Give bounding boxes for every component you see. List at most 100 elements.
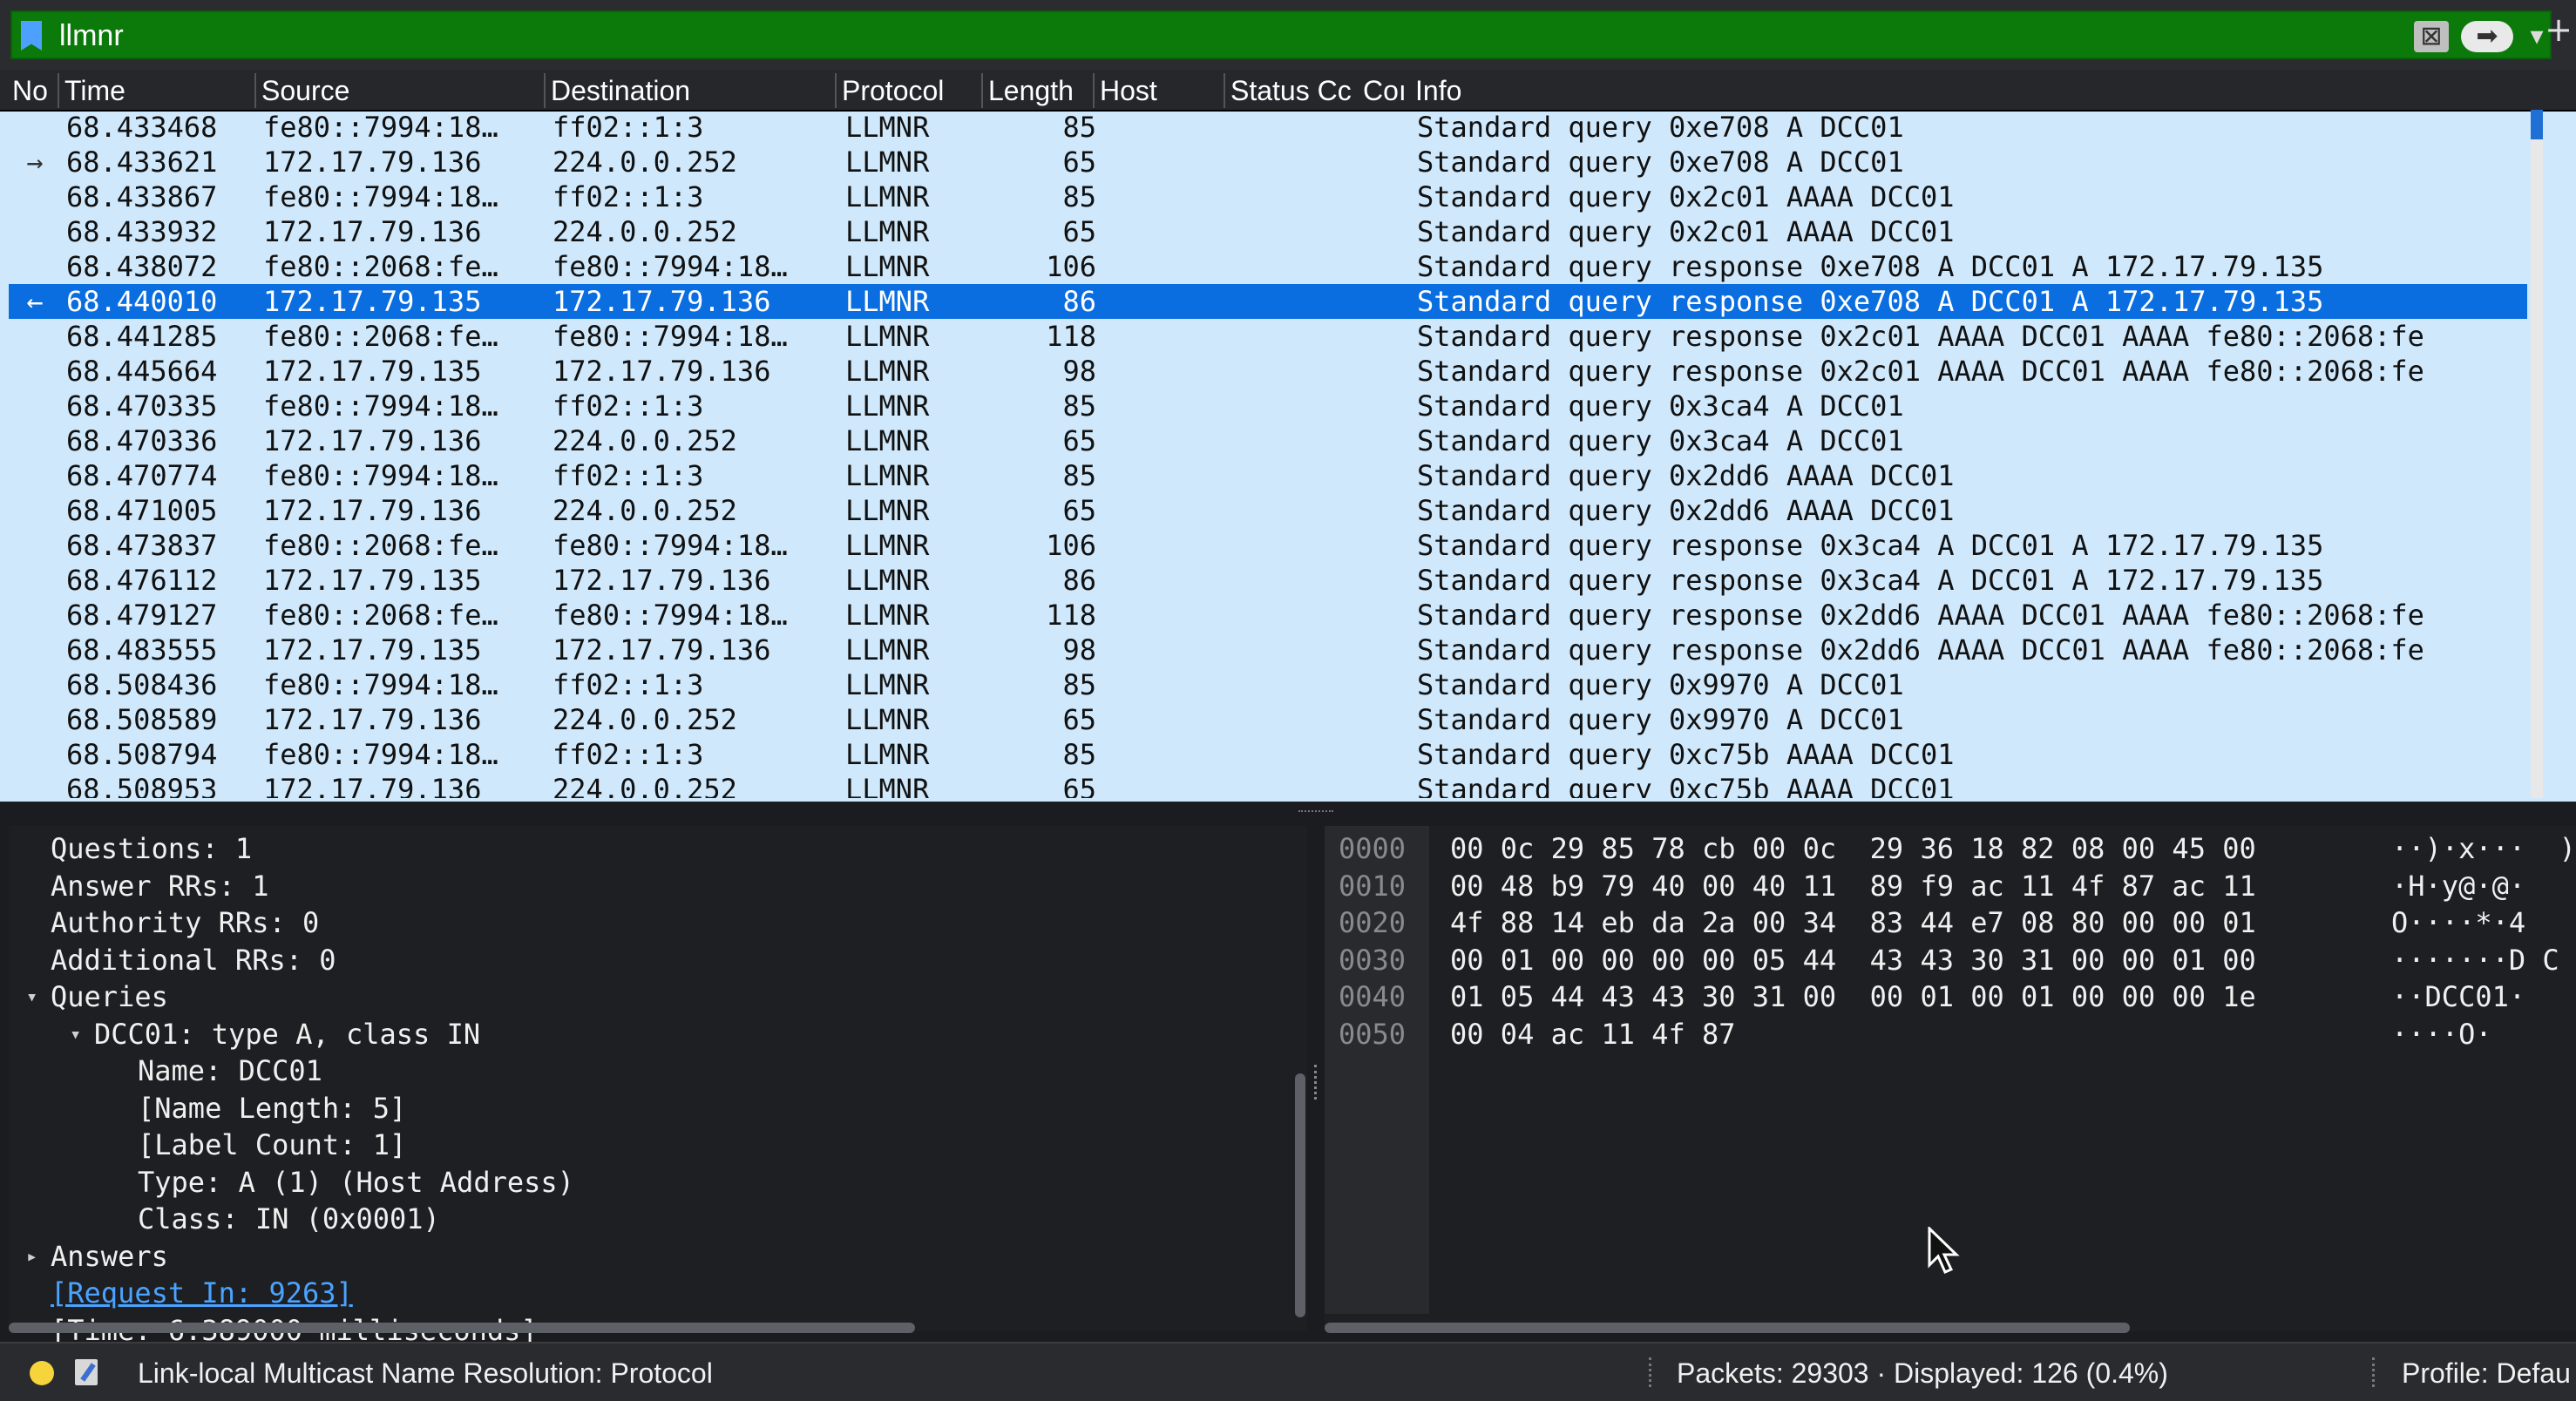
packet-row[interactable]: 68.438072 fe80::2068:fe… fe80::7994:18… LLM… [9, 249, 2527, 284]
detail-field[interactable]: Type: A (1) (Host Address) [138, 1165, 574, 1200]
scrollbar-thumb[interactable] [2531, 110, 2543, 139]
bytes-ascii[interactable]: ··DCC01· [2391, 979, 2525, 1014]
packet-row[interactable]: 68.445664 172.17.79.135 172.17.79.136 LLMNR… [9, 354, 2527, 389]
packet-list-vertical-scrollbar[interactable] [2531, 110, 2543, 798]
bytes-offset[interactable]: 0040 [1339, 979, 1406, 1014]
bytes-hex[interactable]: 00 0c 29 85 78 cb 00 0c 29 36 18 82 08 0… [1450, 831, 2256, 866]
packet-row[interactable]: 68.476112 172.17.79.135 172.17.79.136 LLMNR… [9, 563, 2527, 598]
bytes-ascii[interactable]: ·······D C [2391, 943, 2559, 978]
packet-row[interactable]: 68.508436 fe80::7994:18… ff02::1:3 LLMNR 85 S… [9, 667, 2527, 702]
status-bar: Link-local Multicast Name Resolution: Pr… [0, 1342, 2576, 1401]
packet-row[interactable]: 68.508953 172.17.79.136 224.0.0.252 LLMNR 65… [9, 772, 2527, 798]
bytes-hex[interactable]: 00 04 ac 11 4f 87 [1450, 1017, 1736, 1052]
packet-row[interactable]: 68.471005 172.17.79.136 224.0.0.252 LLMNR 65… [9, 493, 2527, 528]
detail-field[interactable]: Answers [51, 1239, 168, 1274]
column-separator[interactable] [1224, 73, 1225, 108]
packet-row[interactable]: 68.441285 fe80::2068:fe… fe80::7994:18… LLM… [9, 319, 2527, 354]
bytes-horizontal-scrollbar[interactable] [1325, 1323, 2130, 1333]
packet-row[interactable]: 68.470774 fe80::7994:18… ff02::1:3 LLMNR 85 S… [9, 458, 2527, 493]
cell-length: 86 [1062, 285, 1096, 318]
column-header-destination[interactable]: Destination [551, 75, 830, 107]
bookmark-icon[interactable] [21, 21, 42, 51]
detail-link[interactable]: [Request In: 9263] [51, 1276, 353, 1310]
expert-info-indicator-icon[interactable] [30, 1361, 54, 1385]
detail-field[interactable]: Queries [51, 979, 168, 1014]
detail-field[interactable]: Questions: 1 [51, 831, 252, 866]
detail-field[interactable]: Additional RRs: 0 [51, 943, 336, 978]
column-header-no[interactable]: No [12, 75, 56, 107]
column-header-col[interactable]: Coı [1363, 75, 1410, 107]
bytes-ascii[interactable]: ·H·y@·@· [2391, 869, 2525, 904]
packet-row[interactable]: 68.473837 fe80::2068:fe… fe80::7994:18… LLM… [9, 528, 2527, 563]
cell-time: 68.508953 [66, 773, 218, 798]
status-separator[interactable] [2372, 1357, 2377, 1387]
column-separator[interactable] [835, 73, 837, 108]
detail-field[interactable]: [Label Count: 1] [138, 1127, 406, 1162]
packet-row[interactable]: 68.508589 172.17.79.136 224.0.0.252 LLMNR 65… [9, 702, 2527, 737]
display-filter-input[interactable]: llmnr ⊠ ➡ ▾ [10, 10, 2552, 59]
column-separator[interactable] [1093, 73, 1095, 108]
bytes-hex[interactable]: 00 48 b9 79 40 00 40 11 89 f9 ac 11 4f 8… [1450, 869, 2256, 904]
status-profile[interactable]: Profile: Defau [2402, 1357, 2571, 1390]
row-related-marker-icon: ← [26, 285, 44, 318]
cell-length: 85 [1062, 111, 1096, 144]
bytes-hex[interactable]: 4f 88 14 eb da 2a 00 34 83 44 e7 08 80 0… [1450, 905, 2256, 940]
clear-filter-icon[interactable]: ⊠ [2414, 21, 2449, 52]
detail-field[interactable]: Answer RRs: 1 [51, 869, 268, 904]
column-separator[interactable] [254, 73, 256, 108]
bytes-ascii[interactable]: ··)·x··· ) [2391, 831, 2576, 866]
pane-splitter[interactable] [0, 802, 2576, 826]
column-separator[interactable] [58, 73, 59, 108]
bytes-offset[interactable]: 0030 [1339, 943, 1406, 978]
details-horizontal-scrollbar[interactable] [9, 1323, 915, 1333]
packet-row[interactable]: 68.470335 fe80::7994:18… ff02::1:3 LLMNR 85 S… [9, 389, 2527, 423]
expand-arrow-right-icon[interactable]: ▸ [26, 1246, 37, 1268]
packet-row[interactable]: 68.433867 fe80::7994:18… ff02::1:3 LLMNR 85 S… [9, 179, 2527, 214]
bytes-offset[interactable]: 0000 [1339, 831, 1406, 866]
bytes-offset[interactable]: 0050 [1339, 1017, 1406, 1052]
column-header-source[interactable]: Source [261, 75, 540, 107]
bytes-hex[interactable]: 00 01 00 00 00 00 05 44 43 43 30 31 00 0… [1450, 943, 2256, 978]
bytes-offset[interactable]: 0010 [1339, 869, 1406, 904]
detail-field[interactable]: Authority RRs: 0 [51, 905, 319, 940]
splitter-grip-icon[interactable] [1298, 810, 1333, 817]
pane-splitter-grip-icon[interactable] [1314, 1065, 1320, 1100]
column-separator[interactable] [981, 73, 983, 108]
bytes-hex[interactable]: 01 05 44 43 43 30 31 00 00 01 00 01 00 0… [1450, 979, 2256, 1014]
cell-protocol: LLMNR [845, 111, 930, 144]
packet-row[interactable]: 68.433932 172.17.79.136 224.0.0.252 LLMNR 65… [9, 214, 2527, 249]
packet-row[interactable]: → 68.433621 172.17.79.136 224.0.0.252 LLMNR 6… [9, 145, 2527, 179]
detail-field[interactable]: Class: IN (0x0001) [138, 1201, 440, 1236]
bytes-ascii[interactable]: ····O· [2391, 1017, 2492, 1052]
cell-time: 68.479127 [66, 599, 218, 632]
details-vertical-scrollbar[interactable] [1295, 1073, 1305, 1317]
expand-arrow-down-icon[interactable]: ▾ [70, 1024, 81, 1046]
packet-row[interactable]: 68.483555 172.17.79.135 172.17.79.136 LLMNR… [9, 633, 2527, 667]
detail-field[interactable]: [Name Length: 5] [138, 1091, 406, 1126]
capture-comment-icon[interactable] [75, 1359, 98, 1385]
column-header-length[interactable]: Length [988, 75, 1093, 107]
bytes-ascii[interactable]: O····*·4 [2391, 905, 2525, 940]
column-header-host[interactable]: Host [1100, 75, 1222, 107]
column-separator[interactable] [544, 73, 546, 108]
column-header-protocol[interactable]: Protocol [842, 75, 981, 107]
detail-field[interactable]: Name: DCC01 [138, 1053, 322, 1088]
bytes-offset[interactable]: 0020 [1339, 905, 1406, 940]
display-filter-text[interactable]: llmnr [59, 19, 124, 53]
cell-protocol: LLMNR [845, 599, 930, 632]
status-separator[interactable] [1649, 1357, 1654, 1387]
packet-row[interactable]: 68.508794 fe80::7994:18… ff02::1:3 LLMNR 85 S… [9, 737, 2527, 772]
column-header-info[interactable]: Info [1415, 75, 1590, 107]
packet-row[interactable]: 68.433468 fe80::7994:18… ff02::1:3 LLMNR 85 S… [9, 110, 2527, 145]
packet-row[interactable]: 68.479127 fe80::2068:fe… fe80::7994:18… LLM… [9, 598, 2527, 633]
cell-source: 172.17.79.135 [263, 633, 482, 667]
detail-field[interactable]: DCC01: type A, class IN [94, 1017, 480, 1052]
packet-row[interactable]: ← 68.440010 172.17.79.135 172.17.79.136 LLMN… [9, 284, 2527, 319]
add-filter-button-icon[interactable]: + [2545, 10, 2573, 49]
apply-filter-icon[interactable]: ➡ [2461, 21, 2513, 52]
cell-time: 68.440010 [66, 285, 218, 318]
packet-row[interactable]: 68.470336 172.17.79.136 224.0.0.252 LLMNR 65… [9, 423, 2527, 458]
expand-arrow-down-icon[interactable]: ▾ [26, 986, 37, 1008]
column-header-status-code[interactable]: Status Cc [1230, 75, 1359, 107]
column-header-time[interactable]: Time [64, 75, 247, 107]
